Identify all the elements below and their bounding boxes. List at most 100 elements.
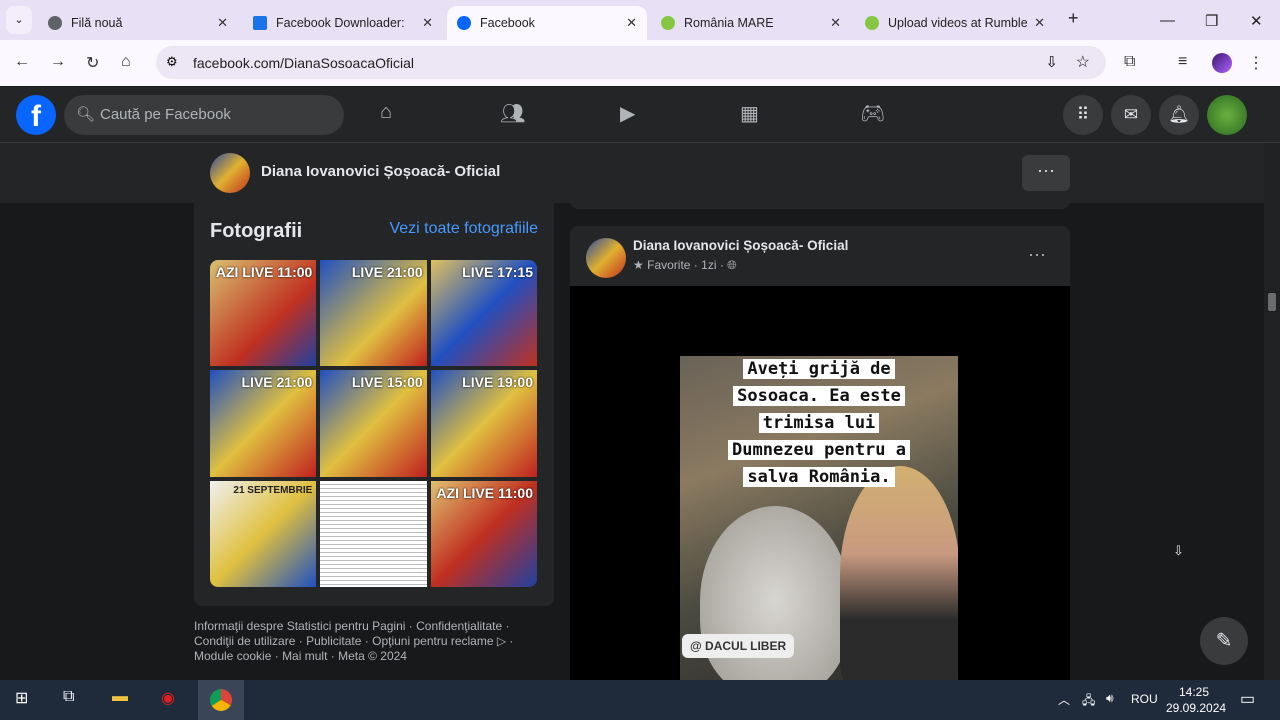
marketplace-icon[interactable]: ▦ [740,101,759,126]
notifications-icon[interactable]: 🔔︎ [1159,95,1199,135]
post-meta: ★ Favorite · 1zi · 🌐︎ [633,258,737,272]
site-info-icon[interactable]: ⚙ [166,54,178,70]
footer-link[interactable]: Publicitate [306,634,361,648]
page-avatar[interactable] [210,153,250,193]
close-tab-icon[interactable]: ✕ [422,15,433,31]
notification-center-icon[interactable]: ▭ [1240,689,1255,709]
tray-chevron-icon[interactable]: ︿ [1058,691,1070,708]
footer-link[interactable]: Confidenţialitate [416,619,502,633]
tab-new-tab[interactable]: Filă nouă ✕ [38,6,238,40]
recorder-icon[interactable]: ◉ [161,688,175,708]
rumble-icon [865,16,879,30]
clock[interactable]: 14:25 29.09.2024 [1166,685,1226,715]
see-all-photos-link[interactable]: Vezi toate fotografiile [389,220,538,238]
photo-thumbnail[interactable]: LIVE 17:15 [430,260,537,367]
reload-icon[interactable]: ↻ [86,53,99,73]
photo-thumbnail[interactable]: AZI LIVE 11:00 [210,260,317,367]
globe-icon: 🌐︎ [727,258,737,272]
address-bar[interactable]: ⚙ facebook.com/DianaSosoacaOficial ⇩ ☆ [156,46,1106,79]
close-window-button[interactable]: ✕ [1250,12,1263,30]
photo-thumbnail[interactable] [320,480,427,587]
tab-romania-mare[interactable]: România MARE ✕ [651,6,851,40]
rumble-icon [661,16,675,30]
bookmark-star-icon[interactable]: ☆ [1076,52,1090,72]
footer-link[interactable]: Opţiuni pentru reclame [372,634,493,648]
footer-link[interactable]: Module cookie [194,649,271,663]
photo-thumbnail[interactable]: AZI LIVE 11:00 [430,480,537,587]
forward-icon[interactable]: → [50,53,66,71]
watermark-tag: @ DACUL LIBER [682,634,795,658]
photos-card: Fotografii Vezi toate fotografiile AZI L… [194,200,554,606]
close-tab-icon[interactable]: ✕ [217,15,228,31]
tab-facebook[interactable]: Facebook ✕ [447,6,647,40]
volume-icon[interactable]: 🔊︎ [1106,691,1114,706]
search-input[interactable]: 🔍︎ Caută pe Facebook [64,95,344,135]
photo-text: AZI LIVE 11:00 [215,264,313,280]
page-title[interactable]: Diana Iovanovici Șoșoacă- Oficial [261,163,500,180]
home-icon[interactable]: ⌂ [121,53,131,71]
gaming-icon[interactable]: 🎮︎ [860,101,885,126]
profile-avatar[interactable] [1212,53,1232,73]
menu-grid-icon[interactable]: ⠿ [1063,95,1103,135]
tab-title: Facebook [480,16,535,30]
cursor-icon: ⇩ [1173,543,1184,558]
tab-upload-rumble[interactable]: Upload videos at Rumble ✕ [855,6,1055,40]
adchoices-icon: ▷ [496,634,507,648]
photo-text: AZI LIVE 11:00 [436,484,533,501]
close-tab-icon[interactable]: ✕ [626,15,637,31]
photo-text: LIVE 19:00 [462,374,533,391]
footer-link[interactable]: Informaţii despre Statistici pentru Pagi… [194,619,405,633]
scrollbar-thumb[interactable] [1268,293,1276,311]
photo-thumbnail[interactable]: LIVE 15:00 [320,370,427,477]
photo-thumbnail[interactable]: LIVE 21:00 [210,370,317,477]
restore-button[interactable]: ❐ [1205,12,1218,30]
footer-link[interactable]: Condiţii de utilizare [194,634,295,648]
extensions-icon[interactable]: ⧉ [1124,53,1135,71]
previous-post-card [570,195,1070,209]
home-icon[interactable]: ⌂ [380,101,392,124]
photo-thumbnail[interactable]: 21 SEPTEMBRIE [210,480,317,587]
tab-facebook-downloader[interactable]: Facebook Downloader: D ✕ [243,6,443,40]
post-time[interactable]: 1zi [701,258,716,272]
page-more-button[interactable]: ··· [1022,155,1070,191]
chrome-taskbar-button[interactable] [198,680,244,720]
media-control-icon[interactable]: ≡ [1178,53,1187,71]
tab-search-button[interactable]: ⌄ [6,6,32,34]
footer-link[interactable]: Mai mult [282,649,327,663]
chrome-icon [210,689,232,711]
close-tab-icon[interactable]: ✕ [1034,15,1045,31]
language-indicator[interactable]: ROU [1131,692,1158,706]
post-video[interactable]: Aveți grijă de Sosoaca. Ea este trimisa … [570,286,1070,686]
image-person [700,506,850,686]
post-more-button[interactable]: ··· [1028,244,1046,265]
photo-text: LIVE 15:00 [351,374,423,391]
page-scrollbar[interactable] [1264,143,1280,680]
install-app-icon[interactable]: ⇩ [1045,53,1058,71]
back-icon[interactable]: ← [14,53,30,71]
video-icon[interactable]: ▶ [620,101,635,126]
task-view-icon[interactable]: ⧉ [63,688,74,706]
chrome-menu-icon[interactable]: ⋮ [1248,53,1264,73]
minimize-button[interactable]: — [1160,12,1175,29]
photo-thumbnail[interactable]: LIVE 19:00 [430,370,537,477]
new-tab-button[interactable]: + [1068,8,1079,29]
facebook-icon [457,16,471,30]
friends-icon[interactable]: 👥︎ [500,101,525,126]
post-author-avatar[interactable] [586,238,626,278]
windows-start-icon[interactable]: ⊞ [15,688,28,708]
photos-title[interactable]: Fotografii [210,220,302,243]
photo-thumbnail[interactable]: LIVE 21:00 [320,260,427,367]
post-author[interactable]: Diana Iovanovici Șoșoacă- Oficial [633,238,848,253]
new-message-button[interactable]: ✎ [1200,617,1248,665]
account-avatar[interactable] [1207,95,1247,135]
messenger-icon[interactable]: ✉ [1111,95,1151,135]
caption-line: Aveți grijă de [743,359,895,379]
network-icon[interactable]: 🖧︎ [1082,691,1095,712]
close-tab-icon[interactable]: ✕ [830,15,841,31]
file-explorer-icon[interactable]: ▬ [112,688,128,706]
copyright: Meta © 2024 [338,649,407,663]
facebook-logo[interactable]: f [16,95,56,135]
windows-taskbar: ⊞ ⧉ ▬ ◉ ︿ 🖧︎ 🔊︎ ROU 14:25 29.09.2024 ▭ [0,680,1280,720]
address-bar-row: ← → ↻ ⌂ ⚙ facebook.com/DianaSosoacaOfici… [0,40,1280,86]
url-text[interactable]: facebook.com/DianaSosoacaOficial [193,55,414,71]
